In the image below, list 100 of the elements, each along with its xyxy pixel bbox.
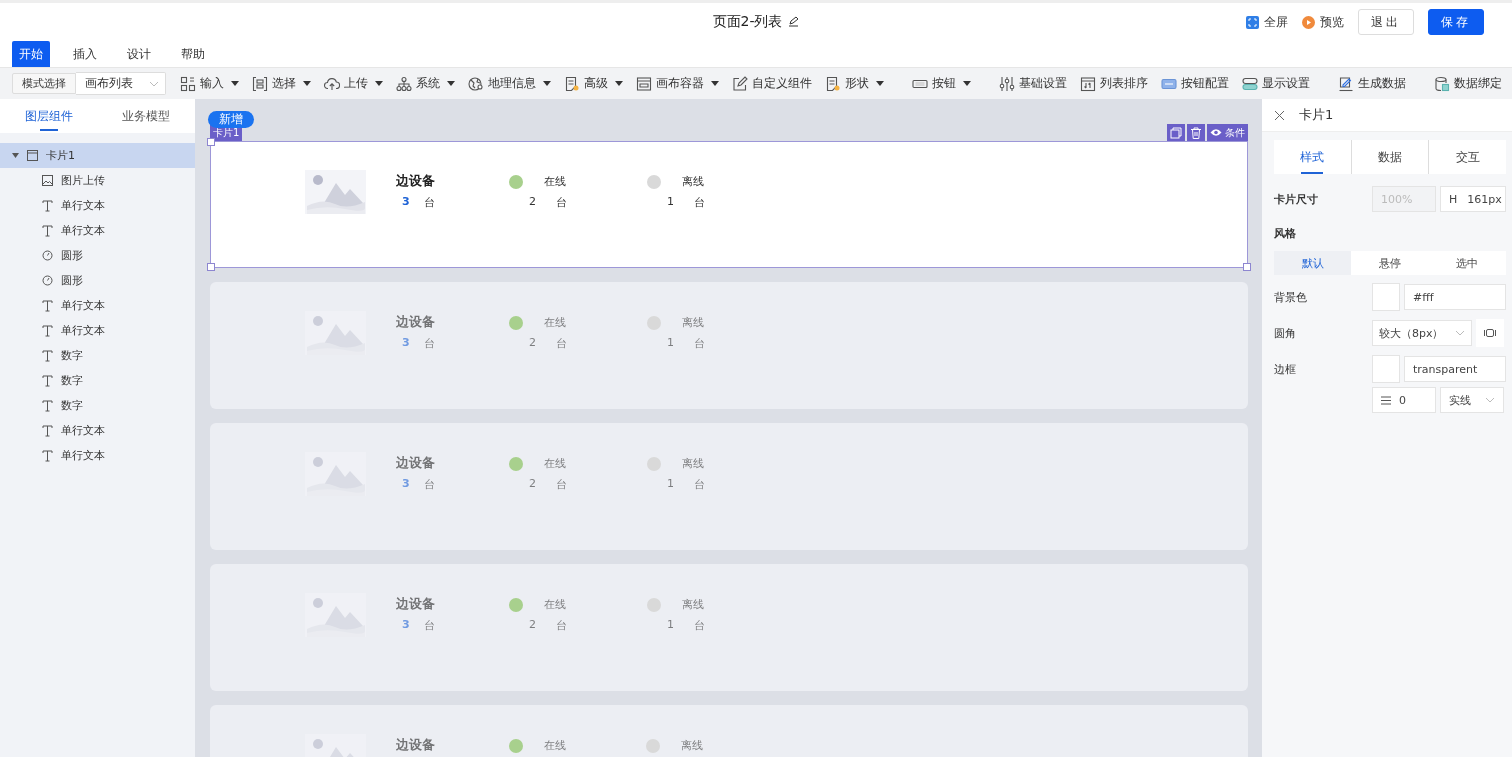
card-title: 边设备: [396, 313, 435, 331]
radius-select[interactable]: 较大（8px）: [1372, 320, 1472, 346]
layer-item[interactable]: 圆形: [0, 268, 195, 293]
layer-item[interactable]: 数字: [0, 393, 195, 418]
toolbar-button[interactable]: 数据绑定: [1434, 75, 1502, 92]
menu-tab[interactable]: 开始: [12, 41, 50, 67]
toolbar-button[interactable]: 画布容器: [636, 75, 719, 92]
unit-label: 台: [423, 195, 435, 210]
layer-item[interactable]: 单行文本: [0, 318, 195, 343]
preview-button[interactable]: 预览: [1302, 13, 1344, 31]
canvas-select[interactable]: 画布列表: [76, 72, 166, 95]
toolbar-button[interactable]: 列表排序: [1080, 75, 1148, 92]
count-value: 3: [402, 618, 410, 633]
color-field[interactable]: #fff: [1404, 284, 1506, 310]
delete-button[interactable]: [1187, 124, 1205, 141]
fullscreen-button[interactable]: 全屏: [1246, 13, 1288, 31]
toolbar-button[interactable]: 生成数据: [1338, 75, 1406, 92]
color-swatch[interactable]: [1372, 355, 1400, 383]
card-title: 边设备: [396, 454, 435, 472]
menu-tab[interactable]: 设计: [120, 41, 158, 67]
text-type-icon: [42, 224, 53, 237]
text-type-icon: [42, 424, 53, 437]
panel-tab[interactable]: 图层组件: [0, 99, 98, 133]
square-icon: [27, 150, 38, 161]
exit-button[interactable]: 退出: [1358, 9, 1414, 35]
field-label: 卡片尺寸: [1274, 191, 1319, 207]
status-label: 在线: [544, 174, 566, 189]
state-tab[interactable]: 选中: [1428, 251, 1506, 275]
layer-item[interactable]: 图片上传: [0, 168, 195, 193]
text-type-icon: [42, 399, 53, 412]
toolbar-button[interactable]: 形状: [825, 75, 884, 92]
resize-handle[interactable]: [207, 138, 215, 146]
toolbar-button[interactable]: 按钮配置: [1161, 75, 1229, 92]
border-style-select[interactable]: 实线: [1440, 387, 1504, 413]
unit-label: 台: [423, 336, 435, 351]
count-value: 2: [529, 477, 536, 492]
layer-item[interactable]: 单行文本: [0, 218, 195, 243]
height-field[interactable]: H 161px: [1440, 186, 1506, 212]
border-width-field[interactable]: 0: [1372, 387, 1436, 413]
menu-tab[interactable]: 插入: [66, 41, 104, 67]
layer-item[interactable]: 单行文本: [0, 443, 195, 468]
toolbar-button[interactable]: 输入: [180, 75, 239, 92]
edit-square-icon: [732, 75, 748, 92]
toggle-icon: [1242, 75, 1258, 92]
device-card[interactable]: 边设备 3 台 在线 2 台 离线 1 台: [210, 282, 1248, 409]
panel-title: 卡片1: [1299, 106, 1334, 124]
toolbar-button[interactable]: 地理信息: [468, 75, 551, 92]
count-value: 3: [402, 336, 410, 351]
toolbar-button[interactable]: 上传: [324, 75, 383, 92]
resize-handle[interactable]: [207, 263, 215, 271]
close-icon[interactable]: [1274, 109, 1285, 121]
trash-icon: [1190, 126, 1202, 139]
count-value: 2: [529, 195, 536, 210]
card-title: 边设备: [396, 595, 435, 613]
toolbar-button[interactable]: 系统: [396, 75, 455, 92]
chevron-down-icon: [1485, 397, 1495, 403]
toolbar-button[interactable]: 基础设置: [999, 75, 1067, 92]
toolbar-button[interactable]: 按钮: [912, 75, 971, 92]
settings-tab[interactable]: 样式: [1274, 140, 1352, 174]
panel-tab[interactable]: 业务模型: [97, 99, 195, 133]
toolbar-button[interactable]: 选择: [252, 75, 311, 92]
condition-button[interactable]: 条件: [1207, 124, 1248, 141]
pencil-icon[interactable]: [788, 16, 800, 27]
save-button[interactable]: 保存: [1428, 9, 1484, 35]
toolbar-button[interactable]: 显示设置: [1242, 75, 1310, 92]
layer-item[interactable]: 卡片1: [0, 143, 195, 168]
device-card[interactable]: 边设备 在线 离线: [210, 705, 1248, 757]
add-button[interactable]: 新增: [208, 111, 254, 128]
device-card[interactable]: 边设备 3 台 在线 2 台 离线 1 台: [210, 141, 1248, 268]
mode-select-button[interactable]: 模式选择: [12, 73, 76, 94]
settings-tab[interactable]: 交互: [1429, 140, 1506, 174]
resize-handle[interactable]: [1243, 263, 1251, 271]
status-label: 离线: [682, 597, 704, 612]
copy-button[interactable]: [1167, 124, 1185, 141]
menu-tab[interactable]: 帮助: [174, 41, 212, 67]
count-value: 2: [529, 618, 536, 633]
color-field[interactable]: transparent: [1404, 356, 1506, 382]
toolbar-button[interactable]: 高级: [564, 75, 623, 92]
device-card[interactable]: 边设备 3 台 在线 2 台 离线 1 台: [210, 564, 1248, 691]
bracket-select-icon: [252, 75, 268, 92]
state-tab[interactable]: 默认: [1274, 251, 1352, 275]
layer-item[interactable]: 圆形: [0, 243, 195, 268]
layer-item[interactable]: 单行文本: [0, 293, 195, 318]
layer-item[interactable]: 数字: [0, 343, 195, 368]
text-type-icon: [42, 324, 53, 337]
layer-item[interactable]: 数字: [0, 368, 195, 393]
settings-tab[interactable]: 数据: [1351, 140, 1430, 174]
color-swatch[interactable]: [1372, 283, 1400, 311]
layer-item[interactable]: 单行文本: [0, 418, 195, 443]
cloud-upload-icon: [324, 75, 340, 92]
state-tab[interactable]: 悬停: [1351, 251, 1429, 275]
device-card[interactable]: 边设备 3 台 在线 2 台 离线 1 台: [210, 423, 1248, 550]
window-icon: [636, 75, 652, 92]
field-label: 边框: [1274, 361, 1297, 377]
status-label: 离线: [681, 738, 703, 753]
layer-item[interactable]: 单行文本: [0, 193, 195, 218]
corner-radius-button[interactable]: [1476, 319, 1504, 347]
toolbar-button[interactable]: 自定义组件: [732, 75, 812, 92]
play-icon: [1302, 15, 1315, 29]
unit-label: 台: [556, 336, 567, 351]
